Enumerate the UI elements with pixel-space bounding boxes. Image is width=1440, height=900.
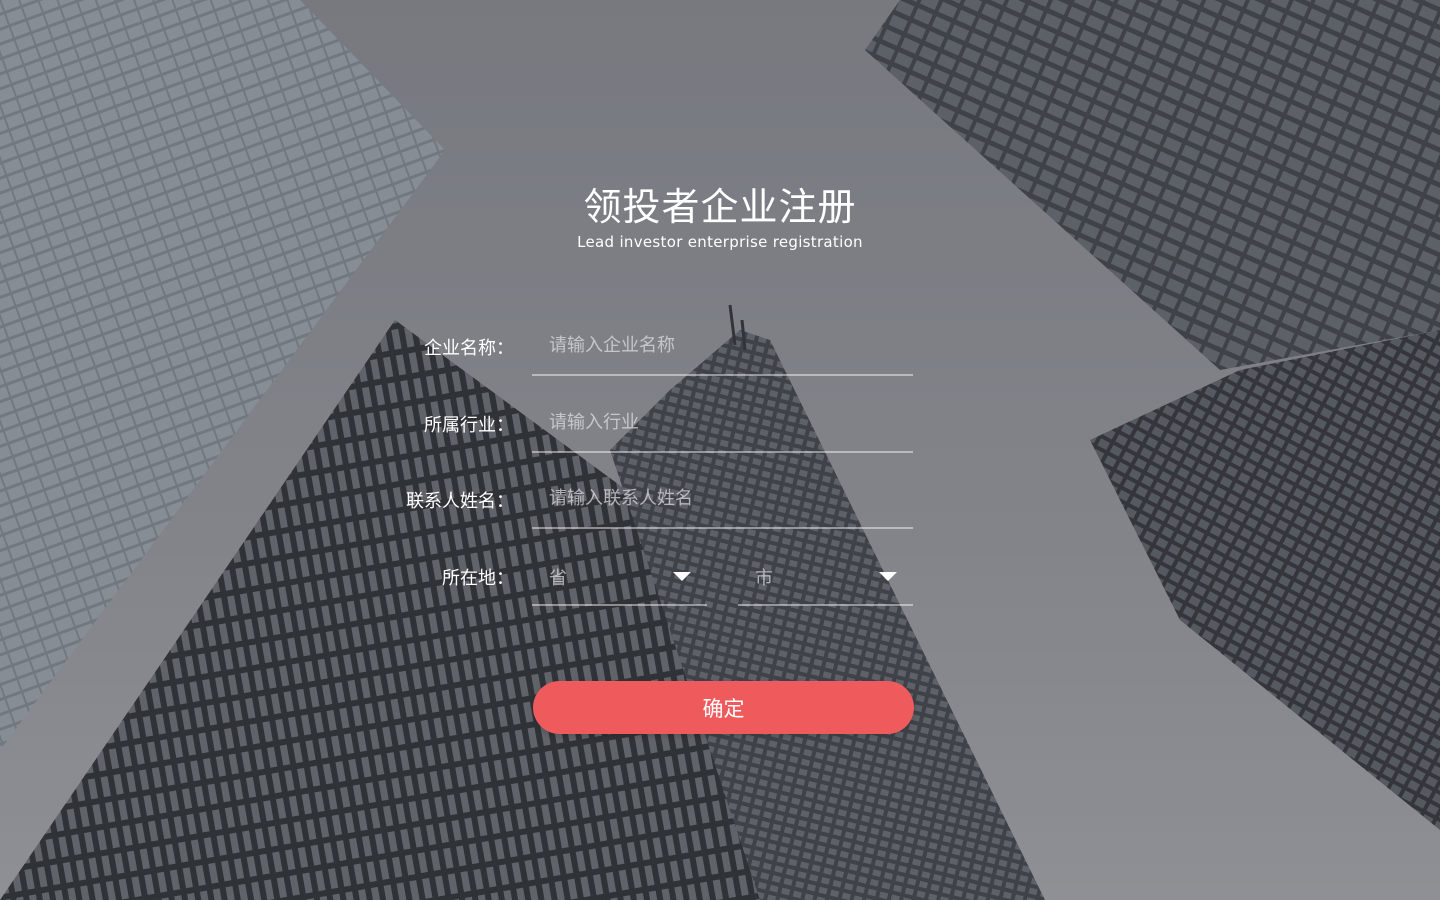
company-name-row: 企业名称：	[360, 320, 920, 380]
page-subtitle: Lead investor enterprise registration	[577, 233, 863, 251]
city-select[interactable]: 市	[738, 550, 913, 606]
industry-field	[532, 397, 913, 453]
chevron-down-icon	[673, 572, 691, 581]
company-name-input[interactable]	[549, 330, 899, 360]
location-row: 所在地： 省 市	[360, 550, 920, 610]
contact-name-label: 联系人姓名：	[406, 491, 514, 512]
contact-name-field	[532, 473, 913, 529]
city-select-value: 市	[755, 568, 773, 589]
province-select[interactable]: 省	[532, 550, 707, 606]
chevron-down-icon	[879, 572, 897, 581]
page-title: 领投者企业注册	[583, 185, 857, 229]
company-name-field	[532, 320, 913, 376]
industry-label: 所属行业：	[424, 415, 514, 436]
company-name-label: 企业名称：	[424, 338, 514, 359]
industry-input[interactable]	[549, 407, 899, 437]
submit-button[interactable]: 确定	[533, 681, 914, 734]
industry-row: 所属行业：	[360, 397, 920, 457]
location-label: 所在地：	[442, 568, 514, 589]
contact-name-input[interactable]	[549, 483, 899, 513]
province-select-value: 省	[549, 568, 567, 589]
contact-name-row: 联系人姓名：	[360, 473, 920, 533]
